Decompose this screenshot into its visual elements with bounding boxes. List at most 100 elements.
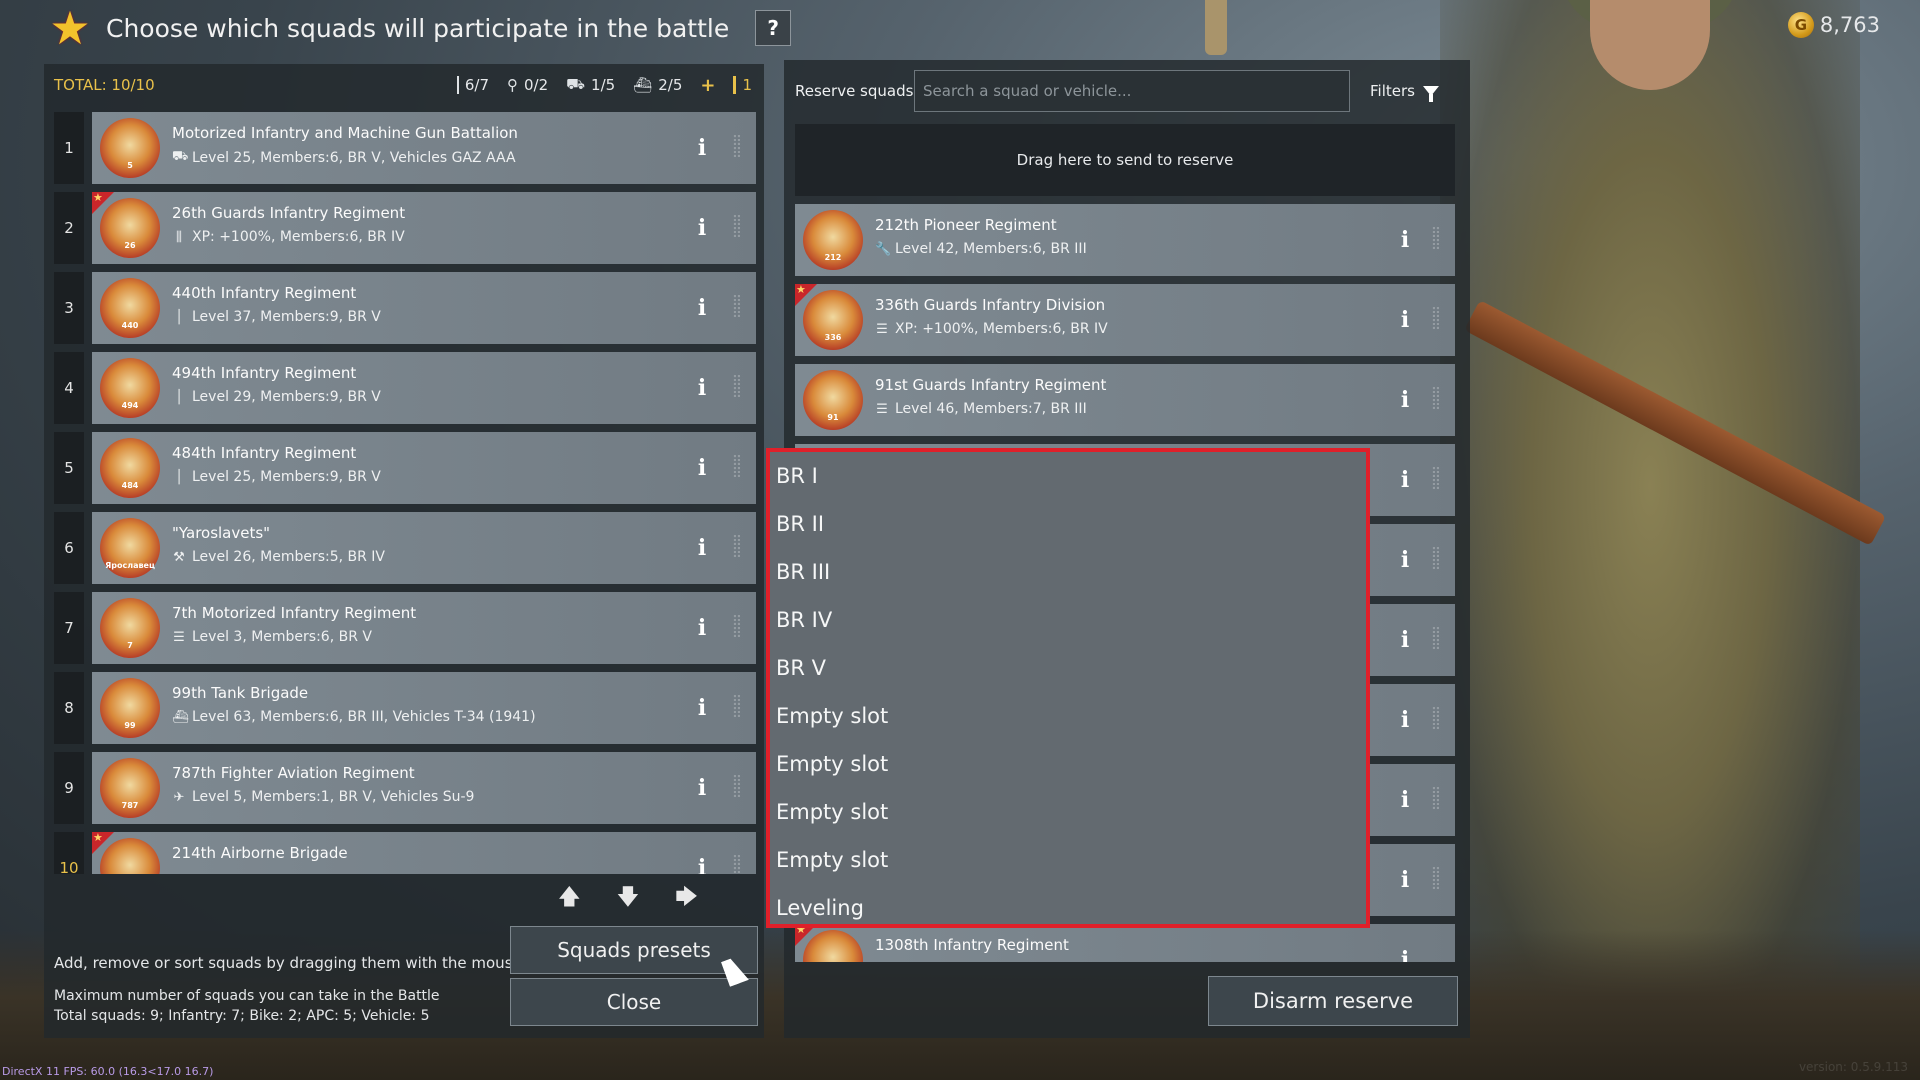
squad-row[interactable]: 3 440 440th Infantry Regiment │ Level 37,… [54,272,756,344]
squad-name: 336th Guards Infantry Division [875,296,1106,314]
info-icon[interactable]: i [1399,628,1411,652]
drag-handle-icon[interactable]: ⠿ ⠿ [1427,227,1445,253]
dropdown-option[interactable]: Empty slot [770,788,1366,836]
reserve-squad-row[interactable]: 212 212th Pioneer Regiment 🔧 Level 42, Me… [795,204,1455,276]
squad-details-text: Level 25, Members:6, BR V, Vehicles GAZ … [192,149,516,166]
info-icon[interactable]: i [1399,388,1411,412]
squad-details: ⫼ XP: +100%, Members:6, BR IV [172,229,405,245]
squad-card[interactable]: 214th Airborne Brigade i ⠿⠿ [92,831,756,874]
disarm-reserve-button[interactable]: Disarm reserve [1208,976,1458,1026]
dropdown-option[interactable]: BR III [770,548,1366,596]
dropdown-option[interactable]: BR IV [770,596,1366,644]
drag-handle-icon[interactable]: ⠿ ⠿ [728,855,746,874]
emblem-number: 91 [827,413,839,422]
squad-row[interactable]: 7 7 7th Motorized Infantry Regiment ☰ Lev… [54,592,756,664]
squad-card[interactable]: 212 212th Pioneer Regiment 🔧 Level 42, Me… [795,204,1455,276]
squad-emblem-icon: 336 [803,290,863,350]
squad-card[interactable]: 5 Motorized Infantry and Machine Gun Bat… [92,112,756,184]
cap-apc: ⛟ 1/5 [566,75,615,95]
squad-slot-number: 1 [54,112,84,184]
gold-amount: 8,763 [1819,13,1880,37]
reserve-squad-row[interactable]: 91 91st Guards Infantry Regiment ☰ Level … [795,364,1455,436]
drag-handle-icon[interactable]: ⠿ ⠿ [728,695,746,721]
drag-handle-icon[interactable]: ⠿ ⠿ [728,215,746,241]
move-down-icon[interactable]: 🡇 [617,880,640,918]
squad-card[interactable]: 99 99th Tank Brigade ⛴ Level 63, Members:… [92,672,756,744]
dropdown-option[interactable]: BR V [770,644,1366,692]
info-icon[interactable]: i [696,776,708,800]
dropdown-option[interactable]: Empty slot [770,692,1366,740]
squad-row[interactable]: 8 99 99th Tank Brigade ⛴ Level 63, Member… [54,672,756,744]
squad-name: 7th Motorized Infantry Regiment [172,604,417,622]
info-icon[interactable]: i [696,536,708,560]
help-button[interactable]: ? [755,10,792,46]
drag-handle-icon[interactable]: ⠿ ⠿ [728,535,746,561]
squad-card[interactable]: 7 7th Motorized Infantry Regiment ☰ Level… [92,592,756,664]
squad-row[interactable]: 10 214th Airborne Brigade i ⠿⠿ [54,831,756,874]
drag-handle-icon[interactable]: ⠿ ⠿ [728,455,746,481]
dropdown-option[interactable]: Empty slot [770,740,1366,788]
drag-handle-icon[interactable]: ⠿ ⠿ [728,135,746,161]
squad-card[interactable]: Ярославец "Yaroslavets" ⚒ Level 26, Membe… [92,512,756,584]
drag-handle-icon[interactable]: ⠿ ⠿ [1427,867,1445,893]
info-icon[interactable]: i [696,136,708,160]
move-up-icon[interactable]: 🡅 [558,880,581,918]
squad-row[interactable]: 9 787 787th Fighter Aviation Regiment ✈ L… [54,752,756,824]
info-icon[interactable]: i [1399,788,1411,812]
reserve-squad-row[interactable]: 336 336th Guards Infantry Division ☰ XP: … [795,283,1455,356]
info-icon[interactable]: i [696,216,708,240]
drag-handle-icon[interactable]: ⠿ ⠿ [728,615,746,641]
max-squads-title: Maximum number of squads you can take in… [54,988,440,1004]
reserve-dropzone[interactable]: Drag here to send to reserve [795,124,1455,196]
drag-handle-icon[interactable]: ⠿ ⠿ [1427,787,1445,813]
emblem-number: 7 [127,641,133,650]
close-button[interactable]: Close [510,978,758,1026]
drag-handle-icon[interactable]: ⠿ ⠿ [1427,307,1445,333]
dropdown-option[interactable]: BR I [770,452,1366,500]
info-icon[interactable]: i [1399,468,1411,492]
squads-presets-button[interactable]: Squads presets [510,926,758,974]
info-icon[interactable]: i [1399,308,1411,332]
squad-row[interactable]: 4 494 494th Infantry Regiment │ Level 29,… [54,352,756,424]
emblem-number: 99 [124,721,136,730]
squad-card[interactable]: 91 91st Guards Infantry Regiment ☰ Level … [795,364,1455,436]
drag-handle-icon[interactable]: ⠿ ⠿ [1427,707,1445,733]
squad-row[interactable]: 1 5 Motorized Infantry and Machine Gun B… [54,112,756,184]
dropdown-option[interactable]: BR II [770,500,1366,548]
info-icon[interactable]: i [696,616,708,640]
info-icon[interactable]: i [1399,548,1411,572]
drag-handle-icon[interactable]: ⠿ ⠿ [1427,627,1445,653]
squad-card[interactable]: 336 336th Guards Infantry Division ☰ XP: … [795,283,1455,356]
squad-card[interactable]: 494 494th Infantry Regiment │ Level 29, M… [92,352,756,424]
search-input[interactable]: Search a squad or vehicle... [914,70,1350,112]
squad-row[interactable]: 6 Ярославец "Yaroslavets" ⚒ Level 26, Mem… [54,512,756,584]
drag-handle-icon[interactable]: ⠿ ⠿ [728,775,746,801]
vehicle-icon: ⛴ [633,76,653,94]
move-right-icon[interactable]: 🡆 [675,880,698,918]
squad-card[interactable]: 26 26th Guards Infantry Regiment ⫼ XP: +1… [92,191,756,264]
info-icon[interactable]: i [1399,228,1411,252]
info-icon[interactable]: i [696,376,708,400]
info-icon[interactable]: i [696,696,708,720]
squad-row[interactable]: 2 26 26th Guards Infantry Regiment ⫼ XP: … [54,191,756,264]
info-icon[interactable]: i [696,456,708,480]
squad-card[interactable]: 787 787th Fighter Aviation Regiment ✈ Lev… [92,752,756,824]
info-icon[interactable]: i [1399,868,1411,892]
dropdown-option[interactable]: Leveling [770,884,1366,932]
drag-handle-icon[interactable]: ⠿ ⠿ [728,375,746,401]
squad-row[interactable]: 5 484 484th Infantry Regiment │ Level 25,… [54,432,756,504]
info-icon[interactable]: i [696,296,708,320]
info-icon[interactable]: i [1399,948,1411,962]
squad-card[interactable]: 484 484th Infantry Regiment │ Level 25, M… [92,432,756,504]
info-icon[interactable]: i [696,856,708,874]
squad-emblem-icon: 91 [803,370,863,430]
drag-handle-icon[interactable]: ⠿ ⠿ [1427,547,1445,573]
drag-handle-icon[interactable]: ⠿ ⠿ [1427,387,1445,413]
dropdown-option[interactable]: Empty slot [770,836,1366,884]
squad-details: │ Level 37, Members:9, BR V [172,309,381,325]
drag-handle-icon[interactable]: ⠿ ⠿ [1427,467,1445,493]
filters-button[interactable]: Filters [1370,82,1439,102]
info-icon[interactable]: i [1399,708,1411,732]
squad-card[interactable]: 440 440th Infantry Regiment │ Level 37, M… [92,272,756,344]
drag-handle-icon[interactable]: ⠿ ⠿ [728,295,746,321]
